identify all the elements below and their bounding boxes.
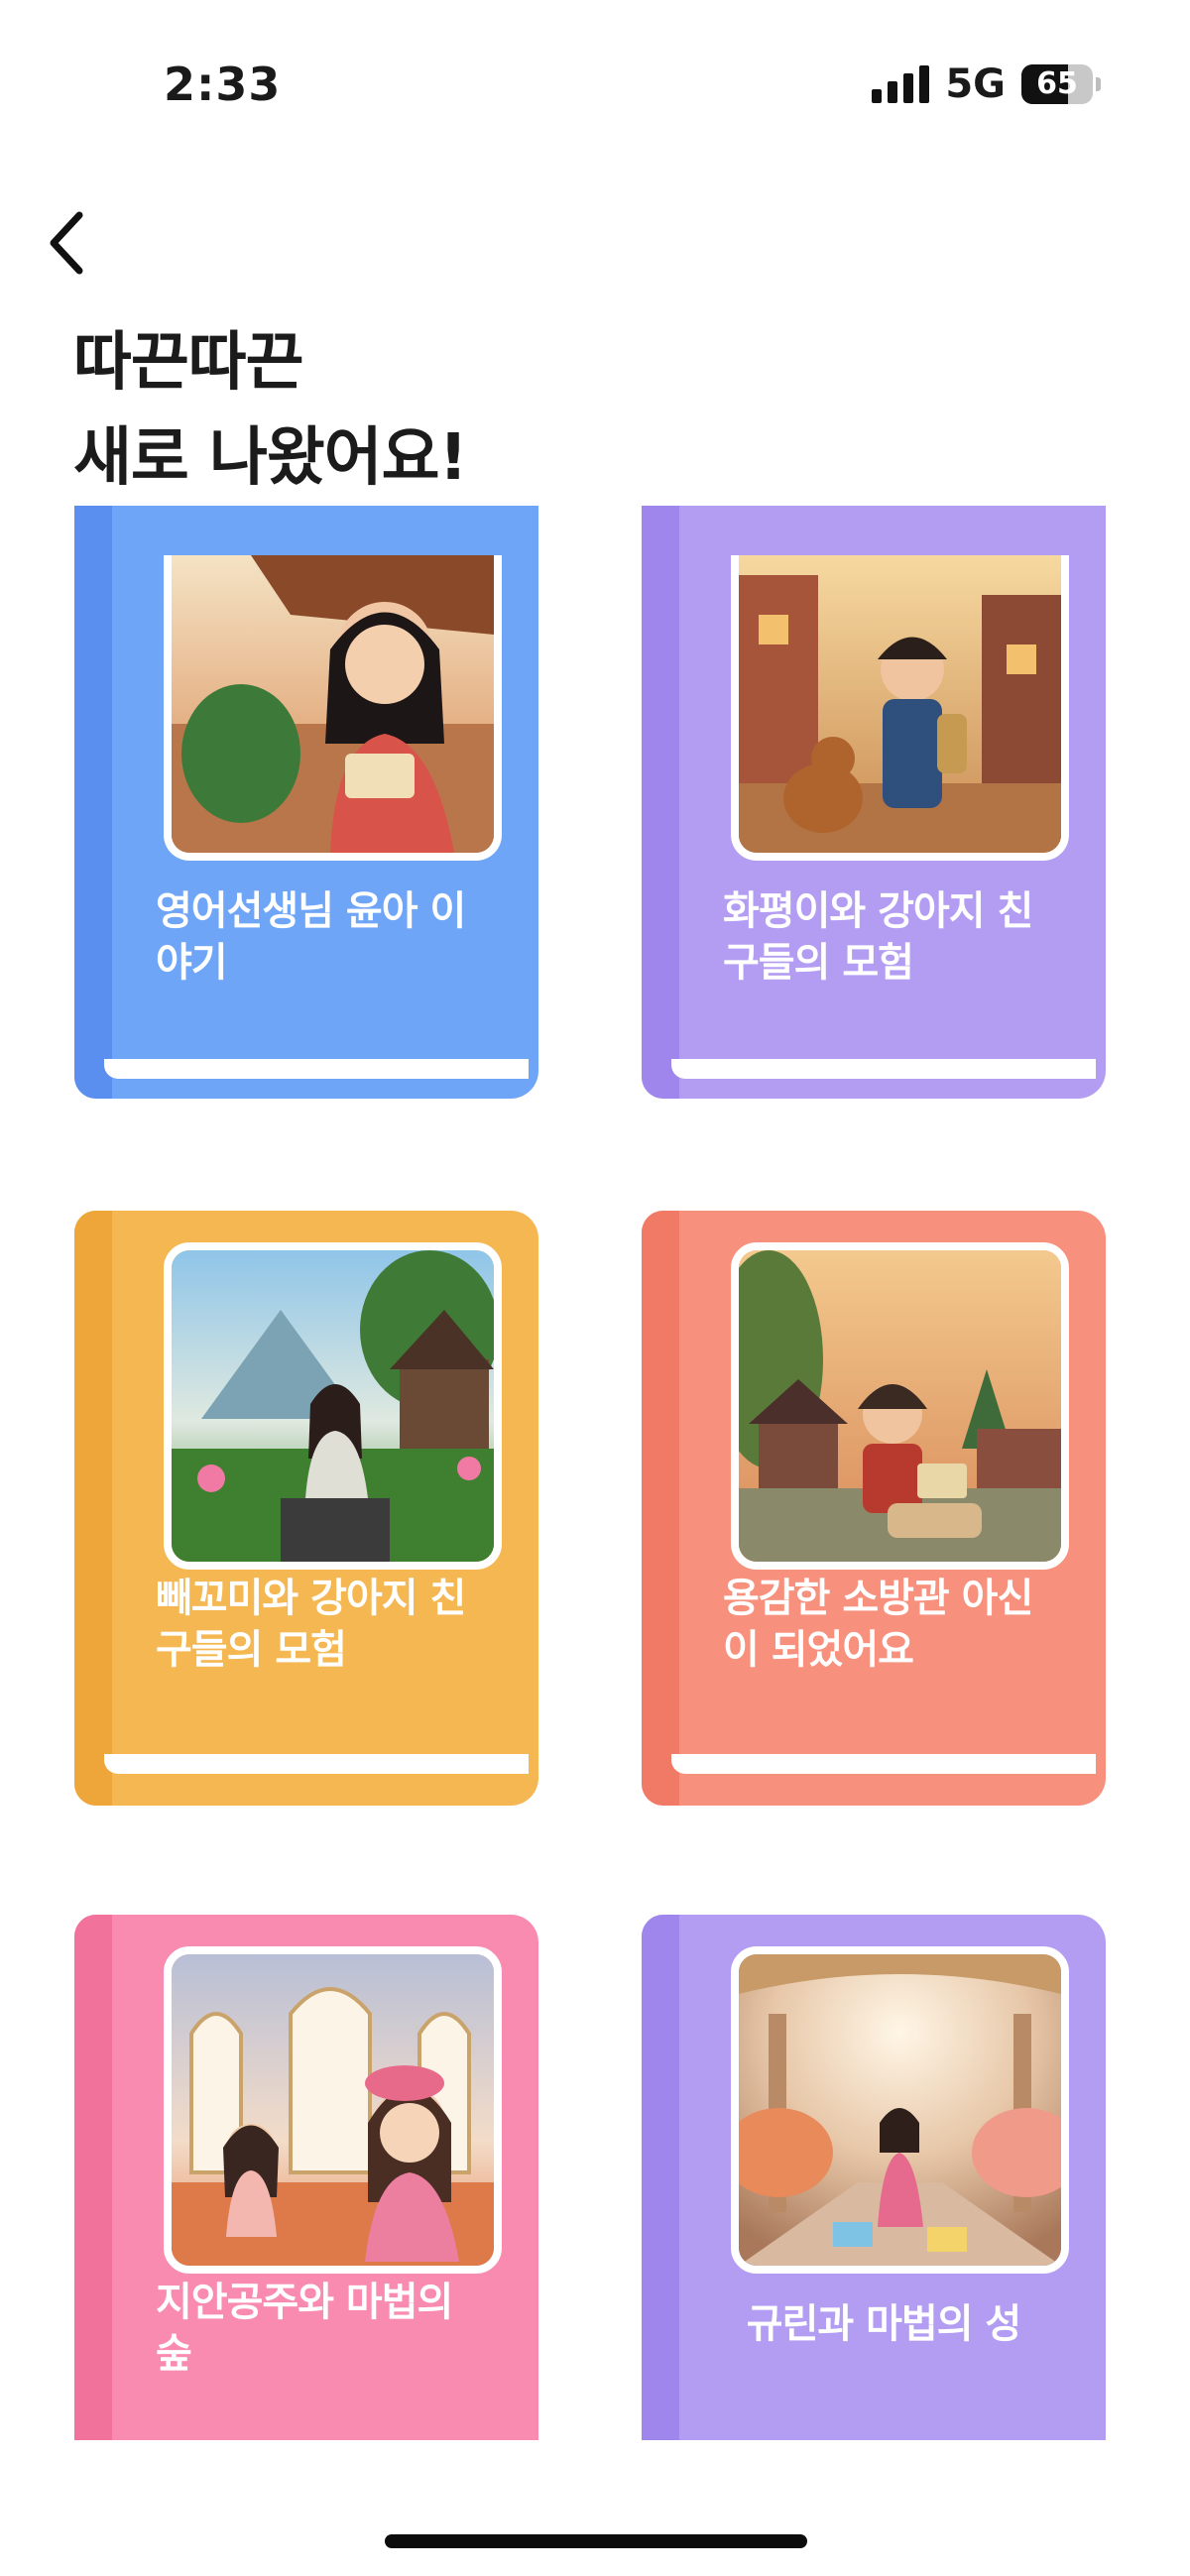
- battery-label: 65: [1036, 66, 1078, 101]
- back-button[interactable]: [40, 203, 99, 283]
- book-cover-image: [731, 555, 1069, 861]
- book-spine: [642, 1915, 679, 2440]
- book-card[interactable]: 용감한 소방관 아신이 되었어요: [642, 1211, 1106, 1806]
- chevron-left-icon: [50, 211, 83, 275]
- home-indicator[interactable]: [385, 2534, 807, 2548]
- book-title: 규린과 마법의 성: [746, 2301, 1021, 2347]
- book-title: 영어선생님 윤아 이야기: [156, 888, 466, 986]
- book-title: 지안공주와 마법의 숲: [156, 2280, 453, 2377]
- book-cover-image: [164, 555, 502, 861]
- book-pages: [104, 1059, 529, 1079]
- book-pages: [671, 1754, 1096, 1774]
- book-cover-image: [731, 1946, 1069, 2274]
- page-title-line1: 따끈따끈: [73, 326, 304, 400]
- page-title-line2: 새로 나왔어요!: [73, 421, 468, 495]
- book-spine: [642, 506, 679, 1099]
- book-card[interactable]: 영어선생님 윤아 이야기: [74, 506, 538, 1099]
- book-card[interactable]: 지안공주와 마법의 숲: [74, 1915, 538, 2440]
- battery-nub: [1096, 77, 1101, 91]
- network-label: 5G: [945, 61, 1006, 107]
- battery-icon: 65: [1021, 64, 1093, 104]
- book-cover-image: [164, 1242, 502, 1570]
- book-card[interactable]: 화평이와 강아지 친구들의 모험: [642, 506, 1106, 1099]
- book-card[interactable]: 규린과 마법의 성: [642, 1915, 1106, 2440]
- status-indicators: 5G 65: [872, 61, 1101, 107]
- book-spine: [74, 1211, 112, 1806]
- page-title: 따끈따끈 새로 나왔어요!: [73, 315, 468, 506]
- signal-icon: [872, 65, 930, 103]
- book-spine: [642, 1211, 679, 1806]
- book-title: 화평이와 강아지 친구들의 모험: [723, 888, 1033, 986]
- book-title: 빼꼬미와 강아지 친구들의 모험: [156, 1576, 466, 1673]
- book-pages: [104, 1754, 529, 1774]
- book-card[interactable]: 빼꼬미와 강아지 친구들의 모험: [74, 1211, 538, 1806]
- book-cover-image: [164, 1946, 502, 2274]
- status-time: 2:33: [164, 58, 282, 111]
- book-spine: [74, 1915, 112, 2440]
- book-pages: [671, 1059, 1096, 1079]
- book-spine: [74, 506, 112, 1099]
- book-title: 용감한 소방관 아신이 되었어요: [723, 1576, 1033, 1673]
- book-cover-image: [731, 1242, 1069, 1570]
